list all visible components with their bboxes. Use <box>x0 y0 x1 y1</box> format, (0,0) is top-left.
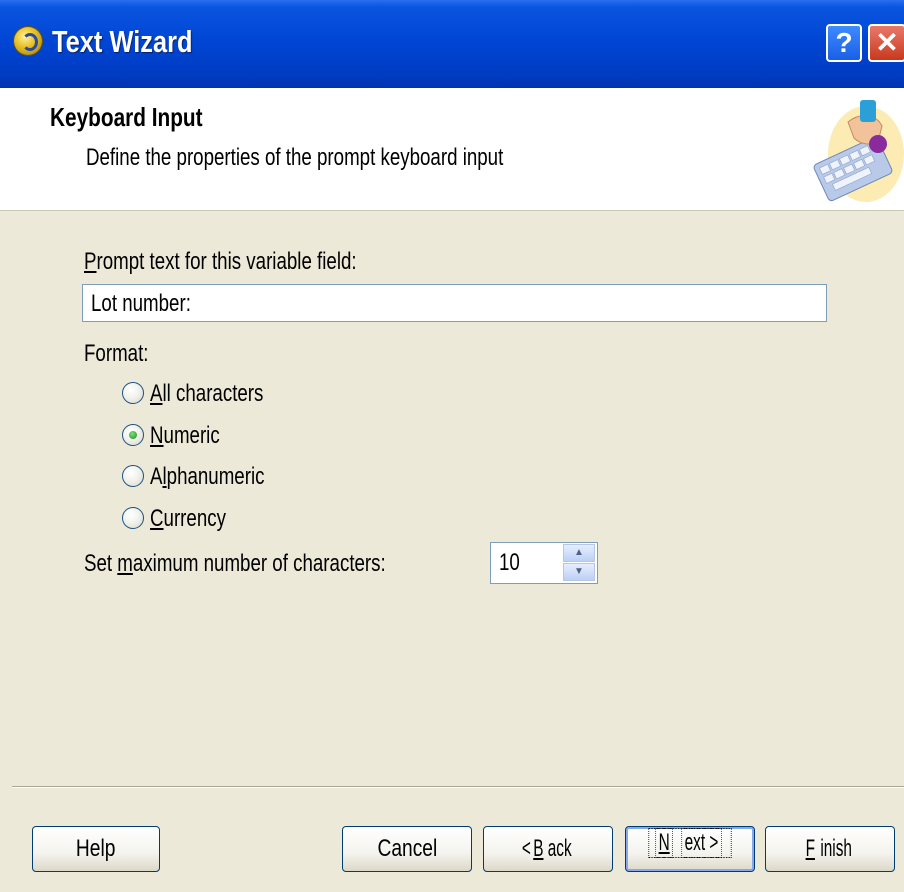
spin-down-button[interactable]: ▼ <box>563 563 595 581</box>
mnemonic: B <box>534 827 544 871</box>
prompt-text-input[interactable]: Lot number: <box>82 284 827 322</box>
back-button-label: < Back <box>521 827 575 871</box>
radio-label: Alphanumeric <box>150 463 264 491</box>
mnemonic: N <box>655 827 674 859</box>
label-prefix: Set <box>84 550 117 577</box>
format-label: Format: <box>84 340 148 368</box>
label-text: inish <box>820 827 852 871</box>
cancel-button-label: Cancel <box>377 827 437 871</box>
max-chars-spinner[interactable]: 10 ▲ ▼ <box>490 542 598 584</box>
radio-label: Currency <box>150 505 226 533</box>
cancel-button[interactable]: Cancel <box>342 826 472 872</box>
mnemonic: F <box>806 827 815 871</box>
next-button-label: Next > <box>648 827 733 859</box>
back-button[interactable]: < Back <box>483 826 613 872</box>
mnemonic: A <box>150 380 162 407</box>
radio-button[interactable] <box>122 507 144 529</box>
prompt-text-value: Lot number: <box>91 290 191 318</box>
radio-label: Numeric <box>150 422 220 450</box>
label-text: ext > <box>681 827 722 859</box>
close-button[interactable]: ✕ <box>868 24 904 62</box>
radio-button[interactable] <box>122 465 144 487</box>
mnemonic: m <box>117 550 133 577</box>
app-icon <box>14 27 42 55</box>
window-title: Text Wizard <box>52 24 193 60</box>
label-text: phanumeric <box>167 463 265 490</box>
max-chars-value[interactable]: 10 <box>499 549 520 577</box>
finish-button[interactable]: Finish <box>765 826 895 872</box>
footer-divider <box>12 786 904 788</box>
title-bar[interactable]: Text Wizard ? ✕ <box>0 0 904 88</box>
page-title: Keyboard Input <box>50 102 203 133</box>
mnemonic: N <box>150 422 164 449</box>
help-button-label: Help <box>76 827 115 871</box>
wizard-header: Keyboard Input Define the properties of … <box>0 88 904 211</box>
prompt-label-text: rompt text for this variable field: <box>96 248 356 275</box>
label-prefix: A <box>150 463 162 490</box>
spin-up-button[interactable]: ▲ <box>563 544 595 562</box>
help-titlebar-button[interactable]: ? <box>826 24 862 62</box>
label-prefix: < <box>522 827 531 871</box>
label-text: ack <box>548 827 572 871</box>
help-button[interactable]: Help <box>32 826 160 872</box>
label-text: ll characters <box>162 380 263 407</box>
radio-button[interactable] <box>122 382 144 404</box>
label-text: aximum number of characters: <box>133 550 386 577</box>
next-button[interactable]: Next > <box>625 826 755 872</box>
finish-button-label: Finish <box>804 827 855 871</box>
label-text: urrency <box>164 505 226 532</box>
prompt-label: Prompt text for this variable field: <box>84 248 357 276</box>
radio-label: All characters <box>150 380 263 408</box>
prompt-label-mnemonic: P <box>84 248 96 275</box>
page-subtitle: Define the properties of the prompt keyb… <box>86 144 503 172</box>
mnemonic: C <box>150 505 164 532</box>
label-text: umeric <box>164 422 220 449</box>
radio-button-checked[interactable] <box>122 424 144 446</box>
keyboard-hand-icon <box>808 94 904 206</box>
max-chars-label: Set maximum number of characters: <box>84 550 386 578</box>
